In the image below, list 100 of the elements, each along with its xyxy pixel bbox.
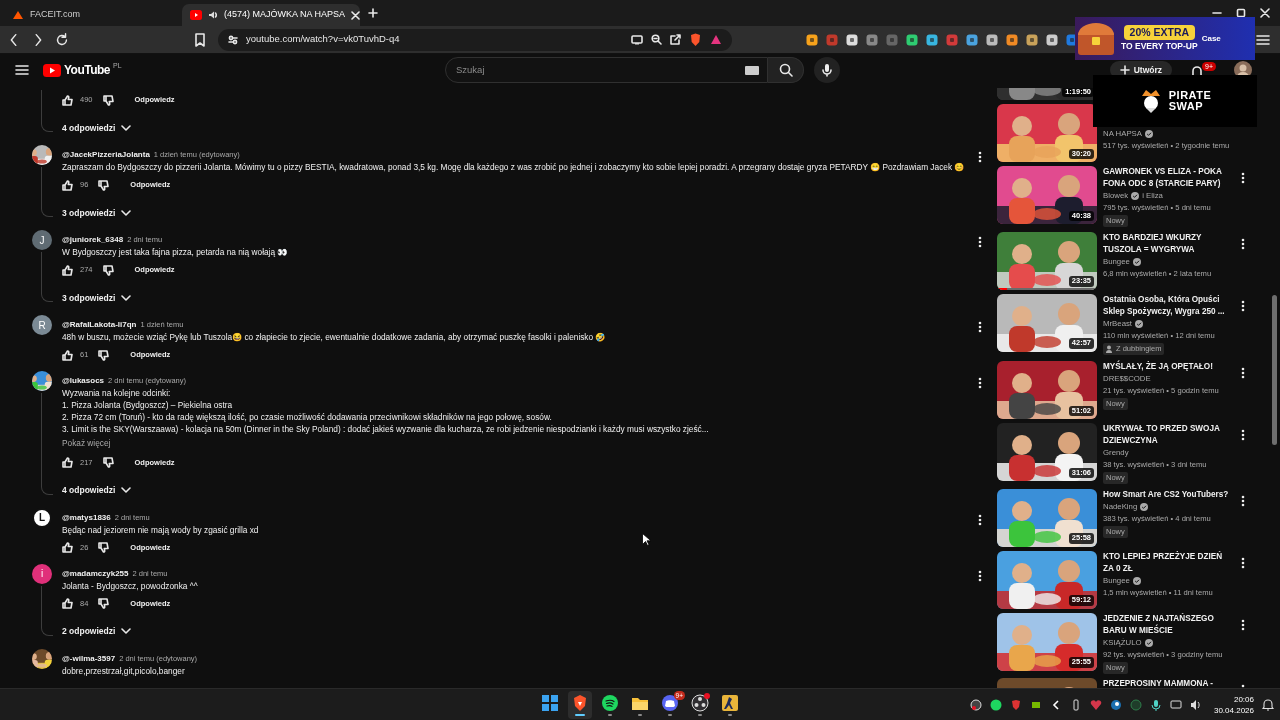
share-icon[interactable]: [670, 34, 681, 45]
video-title[interactable]: KTO BARDZIEJ WKURZY TUSZOLA = WYGRYWA: [1103, 231, 1233, 256]
shield-icon[interactable]: [689, 32, 702, 47]
extension-icon[interactable]: [966, 33, 978, 46]
extension-icon[interactable]: [906, 33, 918, 46]
thread-line: [41, 90, 53, 132]
extension-icon[interactable]: [1026, 33, 1038, 46]
avatar[interactable]: J: [32, 230, 52, 250]
comment-text: Zapraszam do Bydgoszczy do pizzerii Jolanta. Mówimy tu o pizzy BESTIA, kwadratowa, ponad 3,5 kg. Mogę dla każdego z was zrobić po jednej i zobaczymy kto sobie lepiej poradzi. A przegrany dostaje gryza PETARDY 😁 Pozdrawiam Jacek 😊: [62, 161, 965, 173]
comment-author[interactable]: @juniorek_6348: [62, 234, 124, 246]
comment-author[interactable]: @matys1836: [62, 511, 111, 524]
search-button[interactable]: [768, 57, 804, 83]
like-icon[interactable]: [62, 598, 73, 609]
browser-tab[interactable]: FACEIT.com: [4, 4, 182, 26]
close-icon[interactable]: [351, 10, 361, 20]
video-title[interactable]: Ostatnia Osoba, Która Opuści Sklep Spożywczy, Wygra 250 ...: [1103, 293, 1233, 318]
clock[interactable]: 20:06 30.04.2026: [1213, 693, 1254, 716]
new-tab-button[interactable]: [368, 8, 378, 18]
chevron-icon: [121, 294, 132, 302]
heart-icon[interactable]: [1089, 698, 1102, 711]
taskbar-button[interactable]: [568, 690, 592, 719]
video-title[interactable]: GAWRONEK VS ELIZA - POKA FONA ODC 8 (STARCIE PARY): [1103, 166, 1233, 190]
video-title[interactable]: JEDZENIE Z NAJTAŃSZEGO BARU W MIEŚCIE: [1103, 612, 1233, 637]
dislike-icon[interactable]: [98, 542, 110, 553]
extension-icon[interactable]: [1046, 33, 1058, 46]
taskbar-button[interactable]: [688, 690, 712, 719]
dislike-icon[interactable]: [102, 94, 114, 106]
replies-toggle[interactable]: 2 odpowiedzi: [62, 618, 132, 645]
video-title[interactable]: PRZEPROSINY MAMMONA -: [1103, 678, 1233, 688]
like-icon[interactable]: [62, 457, 73, 468]
like-icon[interactable]: [62, 349, 73, 361]
like-icon[interactable]: [62, 542, 73, 553]
mic-icon[interactable]: [1149, 698, 1162, 711]
search-icon: [778, 63, 793, 77]
extension-icon[interactable]: [806, 33, 818, 46]
bell-icon[interactable]: [1262, 698, 1274, 711]
show-more-link[interactable]: Pokaż więcej: [62, 437, 111, 449]
speaker-icon[interactable]: [1189, 698, 1202, 711]
browser-tab[interactable]: (4574) MAJÓWKA NA HAPSA: [182, 4, 360, 26]
dislike-icon[interactable]: [98, 598, 110, 609]
like-icon[interactable]: [62, 94, 73, 106]
extension-icon[interactable]: [846, 33, 858, 46]
zoom-icon[interactable]: [651, 34, 662, 45]
shield-icon[interactable]: [1009, 698, 1022, 711]
dislike-icon[interactable]: [98, 179, 110, 191]
avatar[interactable]: i: [32, 563, 52, 584]
figure-icon: [721, 693, 739, 712]
search-field[interactable]: Szukaj: [445, 57, 768, 83]
video-title[interactable]: KTO LEPIEJ PRZEŻYJE DZIEŃ ZA 0 ZŁ: [1103, 550, 1233, 575]
comment-author[interactable]: @JacekPizzeriaJolanta: [62, 149, 150, 161]
replies-toggle[interactable]: 3 odpowiedzi: [62, 200, 132, 226]
comment-author[interactable]: @RafalLakota-li7qn: [62, 319, 137, 331]
thread-line: [41, 167, 53, 217]
comment-author[interactable]: @madamczyk255: [62, 567, 129, 580]
comment-author[interactable]: @-wilma-3597: [62, 652, 116, 665]
cloud-icon[interactable]: [1109, 698, 1122, 711]
extension-icon[interactable]: [1006, 33, 1018, 46]
maximize-icon[interactable]: [1236, 8, 1246, 18]
dislike-icon[interactable]: [102, 457, 114, 468]
tab-title: (4574) MAJÓWKA NA HAPSA: [224, 8, 346, 22]
ad-brand: Case: [1201, 32, 1221, 45]
comment-author[interactable]: @lukasocs: [62, 375, 105, 387]
dislike-icon[interactable]: [98, 349, 110, 361]
video-title[interactable]: MYŚLAŁY, ŻE JĄ OPĘTAŁO!: [1103, 361, 1233, 373]
bookmark-icon[interactable]: [194, 32, 206, 47]
ad-banner[interactable]: PIRATE SWAP: [1093, 75, 1257, 127]
ad-banner[interactable]: 20% EXTRA TO EVERY TOP-UP Case: [1075, 17, 1255, 60]
url-text: youtube.com/watch?v=vk0TuvhD-q4: [246, 32, 401, 47]
ad-text: TO EVERY TOP-UP: [1121, 40, 1198, 52]
replies-toggle[interactable]: 3 odpowiedzi: [62, 285, 132, 311]
chevron-icon: [121, 124, 132, 132]
waves-icon[interactable]: [989, 698, 1002, 711]
replies-toggle[interactable]: 4 odpowiedzi: [62, 477, 132, 504]
scrollbar[interactable]: [1272, 295, 1277, 445]
mic-button[interactable]: [814, 57, 840, 83]
extension-icon[interactable]: [926, 33, 938, 46]
ad-text: PIRATE: [1168, 90, 1212, 101]
like-icon[interactable]: [62, 179, 73, 191]
record-icon[interactable]: [969, 698, 982, 711]
menu-icon[interactable]: [15, 64, 29, 76]
address-bar[interactable]: youtube.com/watch?v=vk0TuvhD-q4: [218, 28, 732, 51]
keyboard-icon[interactable]: [745, 65, 759, 75]
dislike-icon[interactable]: [102, 264, 114, 276]
cast-icon[interactable]: [631, 34, 643, 45]
comment-text: Jolanta - Bydgoszcz, powodzonka ^^: [62, 579, 198, 592]
ad-headline: 20% EXTRA: [1123, 25, 1196, 40]
comment-text: W Bydgoszczy jest taka fajna pizza, petarda na nią wołają 👀: [62, 246, 288, 258]
avatar[interactable]: R: [32, 315, 52, 335]
monitor-icon[interactable]: [1169, 698, 1182, 711]
triangle-icon[interactable]: [710, 34, 722, 45]
thread-line: [41, 585, 53, 636]
like-icon[interactable]: [62, 264, 73, 276]
menu-icon[interactable]: [1256, 33, 1270, 46]
circle-icon[interactable]: [1129, 698, 1142, 711]
video-title[interactable]: How Smart Are CS2 YouTubers?: [1103, 488, 1233, 501]
replies-toggle[interactable]: 4 odpowiedzi: [62, 115, 132, 141]
close-icon[interactable]: [1260, 8, 1270, 18]
extension-icon[interactable]: [986, 33, 998, 46]
avatar[interactable]: L: [32, 507, 52, 528]
video-title[interactable]: UKRYWAŁ TO PRZED SWOJA DZIEWCZYNA: [1103, 423, 1233, 447]
